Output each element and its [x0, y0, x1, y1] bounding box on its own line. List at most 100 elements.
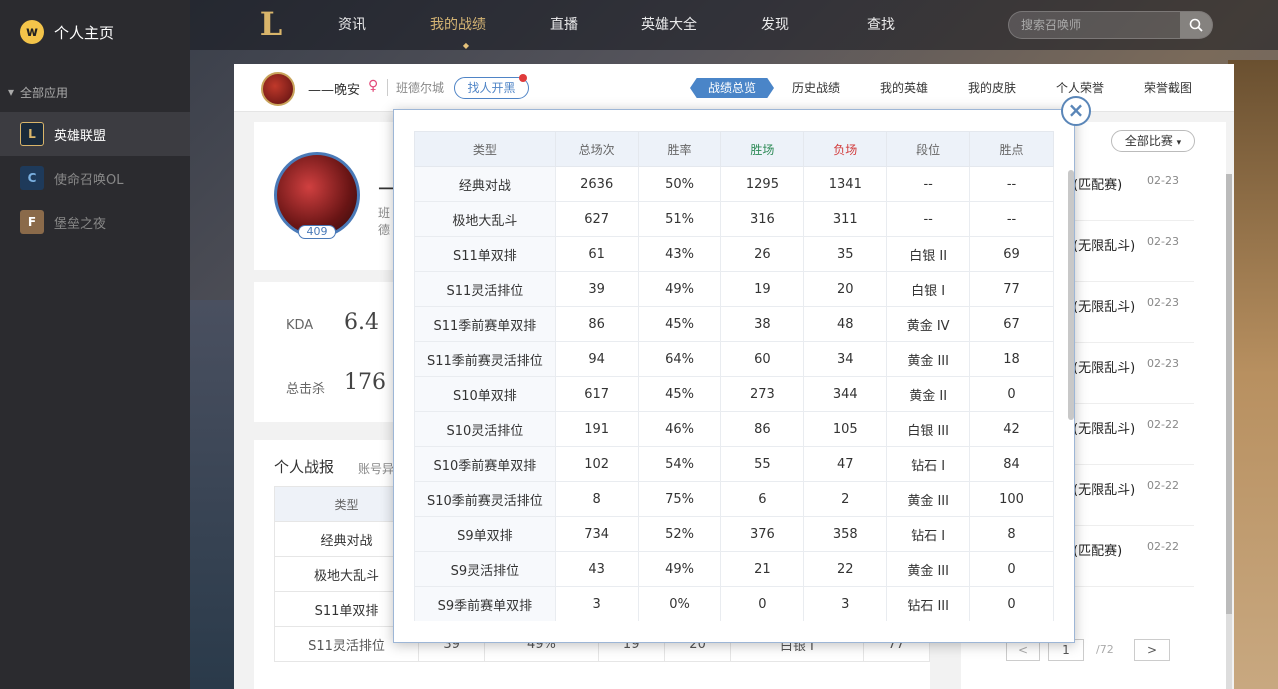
win-rate-cell: 50%: [637, 166, 722, 202]
total-games-cell: 3: [554, 586, 639, 621]
lol-app-icon: L: [20, 122, 44, 146]
match-mode: (无限乱斗): [1073, 239, 1136, 254]
table-row[interactable]: S10灵活排位 191 46% 86 105 白银 III 42: [414, 411, 1054, 447]
lp-cell: 69: [969, 236, 1054, 272]
close-icon[interactable]: ×: [1061, 96, 1091, 126]
table-row[interactable]: S11季前赛单双排 86 45% 38 48 黄金 IV 67: [414, 306, 1054, 342]
summoner-search-input[interactable]: [1009, 12, 1179, 38]
sidebar-item-lol[interactable]: L 英雄联盟: [0, 112, 190, 156]
losses-cell: 47: [803, 446, 888, 482]
nav-search[interactable]: 查找: [867, 0, 895, 50]
table-row[interactable]: 经典对战 2636 50% 1295 1341 -- --: [414, 166, 1054, 202]
total-games-cell: 191: [554, 411, 639, 447]
summoner-level-badge: 409: [298, 225, 336, 239]
lp-cell: 100: [969, 481, 1054, 517]
lp-cell: 77: [969, 271, 1054, 307]
table-row[interactable]: S10季前赛单双排 102 54% 55 47 钻石 I 84: [414, 446, 1054, 482]
sidebar-group-all-apps[interactable]: ▾ 全部应用: [0, 72, 190, 112]
profile-card: 409 一 班德: [254, 122, 400, 270]
win-rate-cell: 45%: [637, 306, 722, 342]
wins-cell: 376: [720, 516, 805, 552]
match-date: 02-23: [1147, 235, 1179, 248]
nav-discover[interactable]: 发现: [761, 0, 789, 50]
wins-cell: 1295: [720, 166, 805, 202]
rank-cell: --: [886, 201, 971, 237]
table-row[interactable]: 极地大乱斗 627 51% 316 311 -- --: [414, 201, 1054, 237]
win-rate-cell: 45%: [637, 376, 722, 412]
total-games-cell: 61: [554, 236, 639, 272]
wins-cell: 55: [720, 446, 805, 482]
record-type-cell: S9灵活排位: [414, 551, 556, 587]
main-scrollbar[interactable]: [1226, 174, 1232, 689]
tab-honor-screenshots[interactable]: 荣誉截图: [1144, 64, 1192, 112]
kda-value: 6.4: [344, 310, 379, 335]
lp-cell: 67: [969, 306, 1054, 342]
avatar[interactable]: [261, 72, 295, 106]
tab-history[interactable]: 历史战绩: [792, 64, 840, 112]
notification-dot: [519, 74, 527, 82]
scrollbar-thumb[interactable]: [1226, 174, 1232, 614]
sidebar-item-fortnite[interactable]: F 堡垒之夜: [0, 200, 190, 244]
app-brand[interactable]: w 个人主页: [0, 0, 190, 64]
table-row[interactable]: S9季前赛单双排 3 0% 0 3 钻石 III 0: [414, 586, 1054, 621]
header-lp: 胜点: [969, 131, 1054, 167]
table-row[interactable]: S10单双排 617 45% 273 344 黄金 II 0: [414, 376, 1054, 412]
record-type-cell: S10单双排: [414, 376, 556, 412]
find-teammates-button[interactable]: 找人开黑: [454, 77, 529, 99]
record-type-cell: S11灵活排位: [414, 271, 556, 307]
nav-active-indicator: ◆: [462, 41, 470, 50]
sidebar-item-codol[interactable]: C 使命召唤OL: [0, 156, 190, 200]
header-losses: 负场: [803, 131, 888, 167]
nav-news[interactable]: 资讯: [338, 0, 366, 50]
record-type-cell: S11季前赛灵活排位: [414, 341, 556, 377]
losses-cell: 311: [803, 201, 888, 237]
match-date: 02-22: [1147, 418, 1179, 431]
modal-scrollbar[interactable]: [1068, 170, 1074, 420]
nav-live[interactable]: 直播: [550, 0, 578, 50]
lp-cell: --: [969, 166, 1054, 202]
wins-cell: 316: [720, 201, 805, 237]
wins-cell: 273: [720, 376, 805, 412]
table-row[interactable]: S9灵活排位 43 49% 21 22 黄金 III 0: [414, 551, 1054, 587]
table-row[interactable]: S11季前赛灵活排位 94 64% 60 34 黄金 III 18: [414, 341, 1054, 377]
nav-my-record[interactable]: 我的战绩: [430, 0, 486, 50]
sidebar-item-label: 使命召唤OL: [54, 172, 124, 188]
win-rate-cell: 46%: [637, 411, 722, 447]
search-button[interactable]: [1180, 12, 1212, 38]
match-date: 02-23: [1147, 357, 1179, 370]
page-total: /72: [1096, 643, 1114, 656]
tab-my-skins[interactable]: 我的皮肤: [968, 64, 1016, 112]
lp-cell: 84: [969, 446, 1054, 482]
chevron-down-icon: ▾: [1176, 138, 1182, 148]
background-art-right: [1228, 60, 1278, 689]
rank-cell: 黄金 III: [886, 551, 971, 587]
match-mode: (无限乱斗): [1073, 361, 1136, 376]
header-wins: 胜场: [720, 131, 805, 167]
tab-record-overview[interactable]: 战绩总览: [690, 78, 774, 98]
table-row[interactable]: S11灵活排位 39 49% 19 20 白银 I 77: [414, 271, 1054, 307]
win-rate-cell: 0%: [637, 586, 722, 621]
win-rate-cell: 49%: [637, 551, 722, 587]
table-row[interactable]: S11单双排 61 43% 26 35 白银 II 69: [414, 236, 1054, 272]
losses-cell: 35: [803, 236, 888, 272]
lp-cell: 0: [969, 586, 1054, 621]
tab-my-champions[interactable]: 我的英雄: [880, 64, 928, 112]
nav-champions[interactable]: 英雄大全: [641, 0, 697, 50]
lol-logo-icon[interactable]: L: [252, 4, 290, 44]
next-page-button[interactable]: >: [1134, 639, 1170, 661]
fortnite-app-icon: F: [20, 210, 44, 234]
table-header-row: 类型 总场次 胜率 胜场 负场 段位 胜点: [414, 131, 1054, 167]
match-filter-dropdown[interactable]: 全部比赛 ▾: [1111, 130, 1195, 152]
wegame-logo-icon: w: [20, 20, 44, 44]
table-row[interactable]: S9单双排 734 52% 376 358 钻石 I8: [414, 516, 1054, 552]
server-name: 班德尔城: [387, 79, 444, 96]
match-date: 02-22: [1147, 479, 1179, 492]
background-art-left: [190, 300, 240, 689]
app-sidebar: w 个人主页 ▾ 全部应用 L 英雄联盟 C 使命召唤OL F 堡垒之夜: [0, 0, 190, 689]
record-table: 类型 总场次 胜率 胜场 负场 段位 胜点 经典对战 2636 50% 1295 134…: [414, 131, 1054, 621]
lp-cell: 0: [969, 376, 1054, 412]
win-rate-cell: 43%: [637, 236, 722, 272]
app-title: 个人主页: [54, 23, 115, 42]
table-row[interactable]: S10季前赛灵活排位 8 75% 6 2 黄金 III 100: [414, 481, 1054, 517]
record-type-cell: 极地大乱斗: [414, 201, 556, 237]
